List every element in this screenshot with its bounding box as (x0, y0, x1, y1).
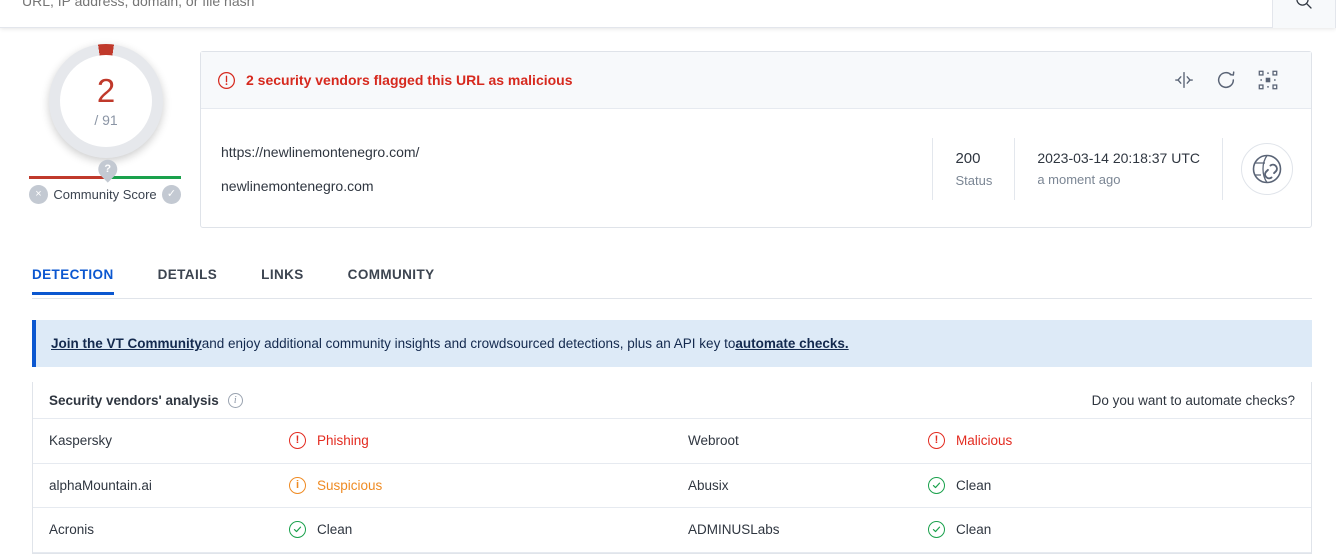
detection-score-panel: 2 / 91 ? × Community Score ✓ (18, 40, 194, 204)
vendor-cell: Acronis Clean (33, 508, 672, 552)
vendor-result-label: Clean (956, 522, 992, 538)
compare-icon (1175, 71, 1193, 89)
vendors-title: Security vendors' analysis (49, 392, 219, 408)
detection-total: / 91 (94, 112, 118, 128)
compare-button[interactable] (1173, 69, 1195, 91)
vendor-result: Clean (289, 521, 353, 539)
check-circle-icon (928, 476, 945, 494)
detection-count: 2 (96, 72, 116, 109)
reanalyze-icon (1217, 71, 1235, 89)
url-type-badge (1241, 142, 1293, 195)
community-score-widget: ? × Community Score ✓ (29, 155, 181, 204)
info-circle-icon: i (289, 476, 306, 494)
banner-middle-text: and enjoy additional community insights … (201, 336, 736, 351)
vt-community-banner: Join the VT Community and enjoy addition… (32, 320, 1312, 367)
vendors-table-header: Security vendors' analysis i Do you want… (33, 382, 1311, 419)
status-cell: 200 Status (933, 138, 1014, 200)
meta-divider (1222, 137, 1223, 200)
report-actions (1173, 69, 1295, 91)
vendor-name: Kaspersky (49, 433, 113, 449)
detection-gauge: 2 / 91 (49, 44, 163, 158)
graph-button[interactable] (1257, 69, 1279, 91)
graph-icon (1258, 70, 1278, 90)
vendor-name: Acronis (49, 522, 95, 538)
check-circle-icon (289, 521, 306, 539)
tab-details[interactable]: DETAILS (158, 261, 218, 294)
vendor-name: alphaMountain.ai (49, 477, 152, 493)
search-button[interactable] (1272, 0, 1336, 28)
vendor-cell: alphaMountain.ai i Suspicious (33, 464, 672, 508)
url-text-block: https://newlinemontenegro.com/ newlinemo… (201, 144, 932, 194)
search-input[interactable] (8, 0, 1272, 28)
exclamation-circle-icon: ! (928, 432, 945, 450)
vendor-cell: Abusix Clean (672, 464, 1311, 508)
check-icon (932, 526, 941, 533)
vendor-result-label: Clean (317, 522, 353, 538)
vendor-result: ! Phishing (289, 432, 369, 450)
security-vendors-table: Security vendors' analysis i Do you want… (32, 382, 1312, 554)
url-report-card: 2 security vendors flagged this URL as m… (200, 51, 1312, 228)
check-icon (932, 482, 941, 488)
info-icon[interactable]: i (227, 392, 243, 408)
community-score-label: Community Score (53, 187, 157, 202)
exclamation-circle-icon: ! (289, 432, 306, 450)
tab-detection[interactable]: DETECTION (32, 261, 114, 295)
vendor-cell: ADMINUSLabs Clean (672, 508, 1311, 552)
community-score-negative-half (29, 176, 105, 179)
vote-up-icon[interactable]: ✓ (162, 185, 181, 204)
tab-community[interactable]: COMMUNITY (348, 261, 435, 294)
check-circle-icon (928, 521, 945, 539)
vendor-cell: Webroot ! Malicious (672, 419, 1311, 463)
url-value: https://newlinemontenegro.com/ (221, 143, 420, 160)
scan-date: 2023-03-14 20:18:37 UTC (1037, 150, 1200, 166)
gauge-center: 2 / 91 (60, 55, 152, 147)
globe-link-icon (1252, 154, 1282, 183)
url-meta-block: 200 Status 2023-03-14 20:18:37 UTC a mom… (932, 137, 1311, 200)
reanalyze-button[interactable] (1215, 69, 1237, 91)
vendor-result: i Suspicious (289, 476, 383, 494)
exclamation-circle-icon (217, 71, 236, 89)
table-row: alphaMountain.ai i Suspicious Abusix Cle… (33, 464, 1311, 508)
automate-checks-cta[interactable]: Do you want to automate checks? (1092, 393, 1295, 408)
vendor-result-label: Suspicious (317, 477, 383, 493)
top-search-bar (0, 0, 1336, 28)
vendor-name: ADMINUSLabs (688, 522, 780, 538)
community-score-row: × Community Score ✓ (29, 185, 181, 204)
scan-date-cell: 2023-03-14 20:18:37 UTC a moment ago (1015, 138, 1222, 200)
status-code: 200 (955, 149, 981, 167)
scan-relative-time: a moment ago (1037, 172, 1121, 187)
community-score-pin-glyph: ? (104, 162, 112, 175)
vendor-result: ! Malicious (928, 432, 1013, 450)
alert-message: 2 security vendors flagged this URL as m… (246, 72, 573, 88)
status-label: Status (955, 172, 993, 188)
vendor-name: Webroot (688, 433, 739, 449)
join-vt-community-link[interactable]: Join the VT Community (51, 336, 202, 351)
table-row: Acronis Clean ADMINUSLabs Clean (33, 508, 1311, 553)
malicious-alert-bar: 2 security vendors flagged this URL as m… (201, 52, 1311, 109)
community-score-positive-half (105, 176, 181, 179)
vendor-result: Clean (928, 476, 992, 494)
domain-value: newlinemontenegro.com (221, 177, 374, 194)
vendor-cell: Kaspersky ! Phishing (33, 419, 672, 463)
vote-down-icon[interactable]: × (29, 185, 48, 204)
vendor-name: Abusix (688, 477, 729, 493)
search-container (8, 0, 1336, 28)
url-details: https://newlinemontenegro.com/ newlinemo… (201, 109, 1311, 228)
search-icon (1296, 0, 1312, 9)
vendor-result-label: Clean (956, 477, 992, 493)
report-tabs: DETECTION DETAILS LINKS COMMUNITY (32, 261, 1312, 299)
table-row: Kaspersky ! Phishing Webroot ! Malicious (33, 419, 1311, 464)
vendor-result-label: Malicious (956, 433, 1013, 449)
vendor-result-label: Phishing (317, 433, 369, 449)
check-icon (293, 526, 302, 533)
automate-checks-link[interactable]: automate checks. (735, 336, 848, 351)
vendor-result: Clean (928, 521, 992, 539)
tab-links[interactable]: LINKS (261, 261, 304, 294)
